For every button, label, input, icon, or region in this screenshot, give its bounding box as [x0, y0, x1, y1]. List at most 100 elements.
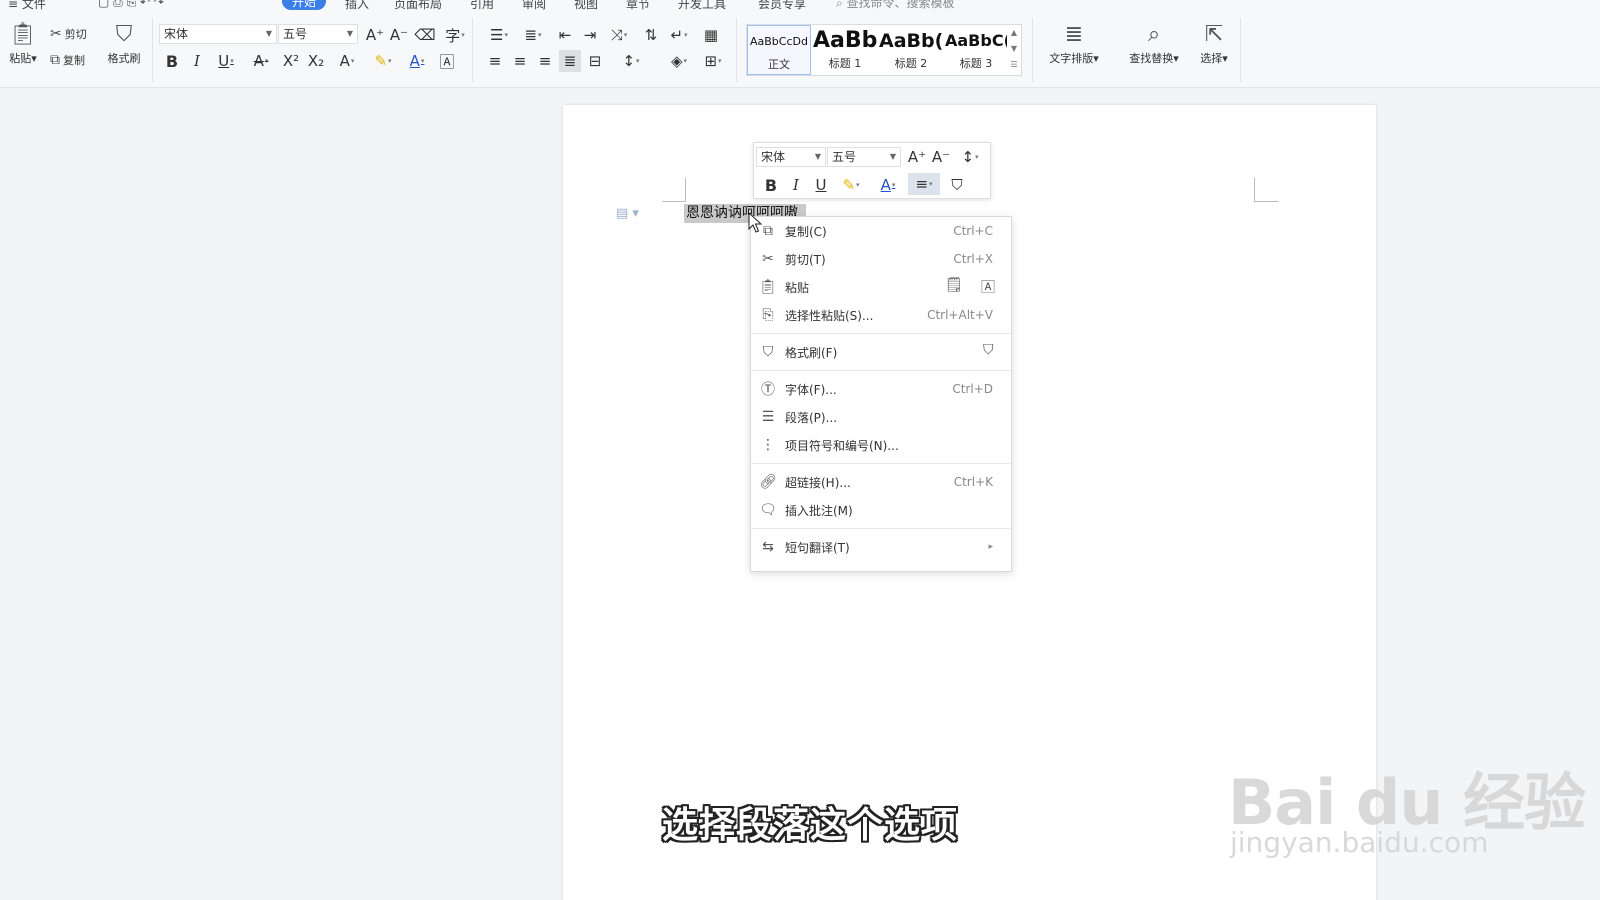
align-right-icon[interactable]: ≡	[534, 50, 556, 72]
menu-item-translate[interactable]: ⇆ 短句翻译(T) ▸	[751, 533, 1011, 561]
underline-icon[interactable]: U ▾	[211, 50, 241, 72]
menu-item-format-painter[interactable]: ⛉ 格式刷(F)	[751, 338, 1011, 366]
justify-icon[interactable]: ≣	[559, 50, 581, 72]
menu-tab-member[interactable]: 会员专享	[758, 0, 806, 10]
style-name: 标题 3	[959, 57, 993, 70]
menu-item-paste[interactable]: 📋︎ 粘贴	[751, 273, 1011, 301]
shrink-font-icon[interactable]: A⁻	[930, 146, 952, 168]
italic-icon[interactable]: I	[785, 174, 807, 196]
quick-access-icons[interactable]: ▢ ⎙ ⎘ ↶ ↷	[98, 0, 164, 10]
format-painter-icon: ⛉	[115, 22, 133, 47]
menu-tab-home[interactable]: 开始	[282, 0, 327, 10]
shrink-font-icon[interactable]: A⁻	[388, 24, 410, 46]
menu-item-bullets-numbering[interactable]: ⋮ 项目符号和编号(N)...	[751, 431, 1011, 459]
text-layout-button[interactable]: ≣ 文字排版▾	[1042, 20, 1106, 66]
menu-tab-view[interactable]: 视图	[574, 0, 598, 10]
menu-tab-developer[interactable]: 开发工具	[678, 0, 726, 10]
copy-icon: ⧉	[50, 52, 60, 68]
menu-item-label: 项目符号和编号(N)...	[785, 438, 899, 453]
menu-tab-layout[interactable]: 页面布局	[394, 0, 442, 10]
subscript-icon[interactable]: X₂	[305, 50, 327, 72]
clipboard-icon: 📋︎	[9, 22, 37, 47]
align-icon[interactable]: ≡ ▾	[908, 173, 940, 195]
font-color-icon[interactable]: A ▾	[402, 50, 432, 72]
italic-icon[interactable]: I	[186, 50, 208, 72]
menu-item-insert-comment[interactable]: 🗨 插入批注(M)	[751, 496, 1011, 524]
underline-icon[interactable]: U	[810, 174, 832, 196]
paste-special-icon: ⎘	[762, 307, 774, 323]
phonetic-icon[interactable]: 字 ▾	[440, 24, 470, 46]
format-painter-lock-icon[interactable]: ⛉	[983, 342, 994, 358]
select-button[interactable]: ⇱ 选择▾	[1192, 20, 1236, 66]
paste-keep-format-icon[interactable]: 🗒	[945, 277, 963, 293]
menu-bar: ≡ 文件 ▢ ⎙ ⎘ ↶ ↷ 开始 插入 页面布局 引用 审阅 视图 章节 开发…	[0, 0, 1600, 10]
line-spacing-icon[interactable]: ↕ ▾	[954, 146, 986, 168]
font-name-combo[interactable]: 宋体 ▼	[159, 24, 277, 44]
char-border-icon[interactable]: 🄰	[436, 50, 458, 72]
menu-tab-sections[interactable]: 章节	[626, 0, 650, 10]
gallery-scroll[interactable]: ▲ ▼ ☰	[1007, 25, 1021, 75]
paste-text-only-icon[interactable]: 🄰	[981, 277, 995, 297]
menu-item-paste-special[interactable]: ⎘ 选择性粘贴(S)... Ctrl+Alt+V	[751, 301, 1011, 329]
mini-font-name-combo[interactable]: 宋体 ▼	[756, 147, 826, 167]
command-search[interactable]: ⌕ 查找命令、搜索模板	[836, 0, 955, 10]
style-normal[interactable]: AaBbCcDd 正文	[747, 25, 811, 75]
menu-item-paragraph[interactable]: ☰ 段落(P)...	[751, 403, 1011, 431]
style-heading-3[interactable]: AaBbC( 标题 3	[945, 25, 1007, 75]
cut-button[interactable]: ✂ 剪切	[50, 26, 87, 42]
menu-item-font[interactable]: Ⓣ 字体(F)... Ctrl+D	[751, 375, 1011, 403]
menu-tab-review[interactable]: 审阅	[522, 0, 546, 10]
find-replace-button[interactable]: ⌕ 查找替换▾	[1122, 20, 1186, 66]
borders-icon[interactable]: ⊞ ▾	[698, 50, 728, 72]
bold-icon[interactable]: B	[760, 174, 782, 196]
text-effect-icon[interactable]: A ▾	[332, 50, 362, 72]
table-tools-icon[interactable]: ▦	[700, 24, 722, 46]
superscript-icon[interactable]: X²	[280, 50, 302, 72]
align-left-icon[interactable]: ≡	[484, 50, 506, 72]
grow-font-icon[interactable]: A⁺	[364, 24, 386, 46]
font-size-combo[interactable]: 五号 ▼	[278, 24, 358, 44]
line-spacing-icon[interactable]: ↕ ▾	[616, 50, 646, 72]
font-size-value: 五号	[283, 27, 308, 41]
paste-button[interactable]: 📋︎ 粘贴▾	[6, 20, 40, 66]
increase-indent-icon[interactable]: ⇥	[579, 24, 601, 46]
menu-item-cut[interactable]: ✂ 剪切(T) Ctrl+X	[751, 245, 1011, 273]
menu-file[interactable]: ≡ 文件	[8, 0, 46, 10]
bullets-icon[interactable]: ☰ ▾	[484, 24, 514, 46]
menu-tab-insert[interactable]: 插入	[345, 0, 369, 10]
chinese-layout-icon[interactable]: ⤨ ▾	[604, 24, 634, 46]
menu-item-hyperlink[interactable]: 🔗︎ 超链接(H)... Ctrl+K	[751, 468, 1011, 496]
style-name: 标题 1	[828, 57, 862, 70]
decrease-indent-icon[interactable]: ⇤	[554, 24, 576, 46]
align-center-icon[interactable]: ≡	[509, 50, 531, 72]
style-heading-2[interactable]: AaBb( 标题 2	[879, 25, 943, 75]
grow-font-icon[interactable]: A⁺	[906, 146, 928, 168]
mini-font-size-value: 五号	[832, 150, 857, 164]
copy-button[interactable]: ⧉ 复制	[50, 52, 85, 68]
highlight-icon[interactable]: ✎ ▾	[835, 174, 867, 196]
strikethrough-icon[interactable]: A ▾	[246, 50, 276, 72]
style-heading-1[interactable]: AaBb 标题 1	[813, 25, 877, 75]
highlight-icon[interactable]: ✎ ▾	[368, 50, 398, 72]
numbering-icon[interactable]: ≣ ▾	[518, 24, 548, 46]
distributed-icon[interactable]: ⊟	[584, 50, 606, 72]
font-color-icon[interactable]: A ▾	[872, 174, 904, 196]
clear-format-icon[interactable]: ⌫	[414, 24, 436, 46]
show-marks-icon[interactable]: ↵ ▾	[664, 24, 694, 46]
sort-icon[interactable]: ⇅	[640, 24, 662, 46]
menu-item-copy[interactable]: ⧉ 复制(C) Ctrl+C	[751, 217, 1011, 245]
format-painter-button[interactable]: ⛉ 格式刷	[104, 20, 144, 66]
chevron-down-icon: ▼	[889, 152, 896, 161]
cut-label: 剪切	[64, 28, 87, 41]
menu-item-shortcut: Ctrl+D	[952, 382, 993, 396]
format-painter-icon[interactable]: ⛉	[946, 174, 968, 196]
menu-tab-references[interactable]: 引用	[470, 0, 494, 10]
ribbon-divider	[1240, 18, 1241, 82]
bold-icon[interactable]: B	[161, 50, 183, 72]
mini-font-size-combo[interactable]: 五号 ▼	[827, 147, 901, 167]
format-painter-icon: ⛉	[762, 344, 774, 360]
shading-icon[interactable]: ◈ ▾	[664, 50, 694, 72]
menu-separator	[751, 370, 1011, 371]
paragraph-handle-icon[interactable]: ▤ ▾	[616, 206, 639, 221]
style-preview: AaBbC(	[945, 31, 1007, 50]
